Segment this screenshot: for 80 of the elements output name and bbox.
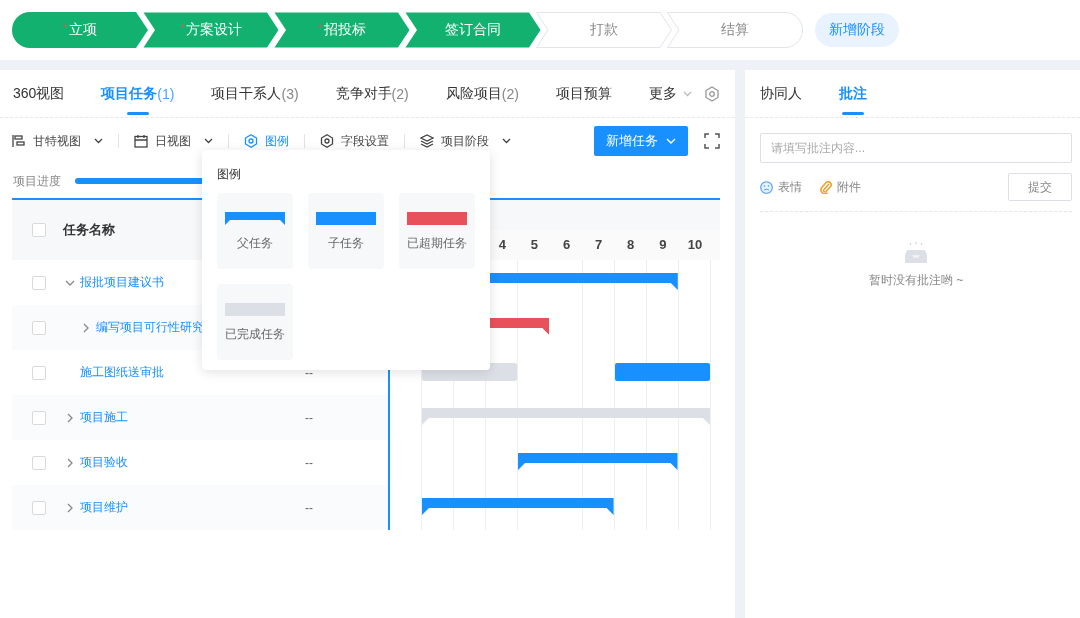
table-cell-text: -- (304, 365, 313, 380)
toolbar-button[interactable]: 字段设置 (320, 132, 389, 150)
add-stage-button[interactable]: 新增阶段 (815, 13, 899, 47)
legend-label: 父任务 (237, 235, 273, 252)
stage-step[interactable]: *方案设计 (143, 12, 279, 48)
required-mark: * (318, 22, 323, 34)
task-name-link[interactable]: 项目验收 (80, 454, 128, 471)
paperclip-icon (820, 180, 832, 194)
tab[interactable]: 风险项目(2) (445, 70, 519, 117)
task-name-link[interactable]: 报批项目建议书 (80, 274, 164, 291)
legend-label: 子任务 (328, 235, 364, 252)
checkbox[interactable] (32, 365, 46, 380)
parent-task-bar[interactable] (422, 498, 614, 515)
popover-title: 图例 (217, 166, 242, 183)
day-header: 7 (594, 236, 604, 254)
attachment-button[interactable]: 附件 (820, 178, 861, 196)
stage-step[interactable]: *招投标 (274, 12, 410, 48)
checkbox[interactable] (32, 410, 46, 425)
toolbar-button[interactable]: 图例 (244, 132, 289, 150)
stage-label: 打款 (590, 21, 618, 39)
stage-label: 方案设计 (185, 21, 242, 39)
toolbar-button[interactable]: 甘特视图 (12, 132, 103, 150)
empty-message: 暂时没有批注哟 ~ (868, 272, 964, 289)
checkbox[interactable] (32, 275, 46, 290)
day-header: 8 (626, 236, 636, 254)
comment-input-field[interactable]: 请填写批注内容... (760, 133, 1072, 163)
legend-label: 已完成任务 (225, 326, 285, 343)
emoji-button[interactable]: 表情 (760, 178, 802, 196)
hexagon-icon (244, 134, 258, 148)
toolbar-button[interactable]: 项目阶段 (420, 132, 511, 150)
tab[interactable]: 360视图 (13, 70, 65, 117)
submit-button[interactable]: 提交 (1008, 173, 1072, 201)
parent-task-bar[interactable] (518, 453, 678, 470)
settings-icon[interactable] (704, 85, 720, 102)
tab[interactable]: 更多 (648, 70, 692, 117)
checkbox[interactable] (32, 500, 46, 515)
tab[interactable]: 项目干系人(3) (211, 70, 299, 117)
legend-label: 已超期任务 (407, 235, 467, 252)
day-header: 4 (497, 236, 507, 254)
empty-tray-icon (904, 242, 928, 264)
table-cell-text: -- (304, 500, 313, 515)
toolbar-button[interactable]: 日视图 (134, 132, 213, 150)
layers-icon (420, 134, 434, 148)
day-header: 5 (529, 236, 540, 254)
gantt-icon (12, 134, 26, 148)
calendar-icon (134, 134, 148, 148)
stage-step[interactable]: 签订合同 (405, 12, 541, 48)
tab[interactable]: 批注 (839, 70, 867, 117)
smiley-icon (760, 180, 773, 194)
table-cell-text: -- (304, 410, 313, 425)
task-name-link[interactable]: 施工图纸送审批 (80, 364, 164, 381)
tab[interactable]: 协同人 (760, 70, 802, 117)
checkbox[interactable] (32, 320, 46, 335)
stage-label: 立项 (68, 21, 97, 39)
stage-step[interactable]: 打款 (536, 12, 672, 48)
fullscreen-icon[interactable] (704, 133, 720, 149)
caret-icon (666, 138, 676, 144)
required-mark: * (180, 22, 185, 34)
table-cell-text: -- (304, 455, 313, 470)
checkbox[interactable] (32, 223, 46, 237)
stage-step[interactable]: 结算 (667, 12, 803, 48)
day-header: 9 (658, 236, 668, 254)
stage-label: 签订合同 (445, 21, 501, 39)
stage-label: 招投标 (323, 21, 366, 39)
tab[interactable]: 项目任务(1) (101, 70, 175, 117)
column-header: 任务名称 (63, 221, 115, 239)
stage-label: 结算 (721, 21, 749, 39)
required-mark: * (63, 22, 68, 34)
caret-icon (682, 90, 692, 97)
hexagon-icon (320, 134, 334, 148)
tab[interactable]: 项目预算 (555, 70, 612, 117)
task-name-link[interactable]: 项目施工 (80, 409, 128, 426)
progress-label: 项目进度 (13, 172, 62, 190)
new-task-button[interactable]: 新增任务 (594, 126, 688, 156)
task-name-link[interactable]: 项目维护 (80, 499, 128, 516)
day-header: 6 (561, 236, 572, 254)
tab[interactable]: 竞争对手(2) (335, 70, 409, 117)
stage-step[interactable]: *立项 (12, 12, 148, 48)
checkbox[interactable] (32, 455, 46, 470)
day-header: 10 (686, 236, 704, 254)
